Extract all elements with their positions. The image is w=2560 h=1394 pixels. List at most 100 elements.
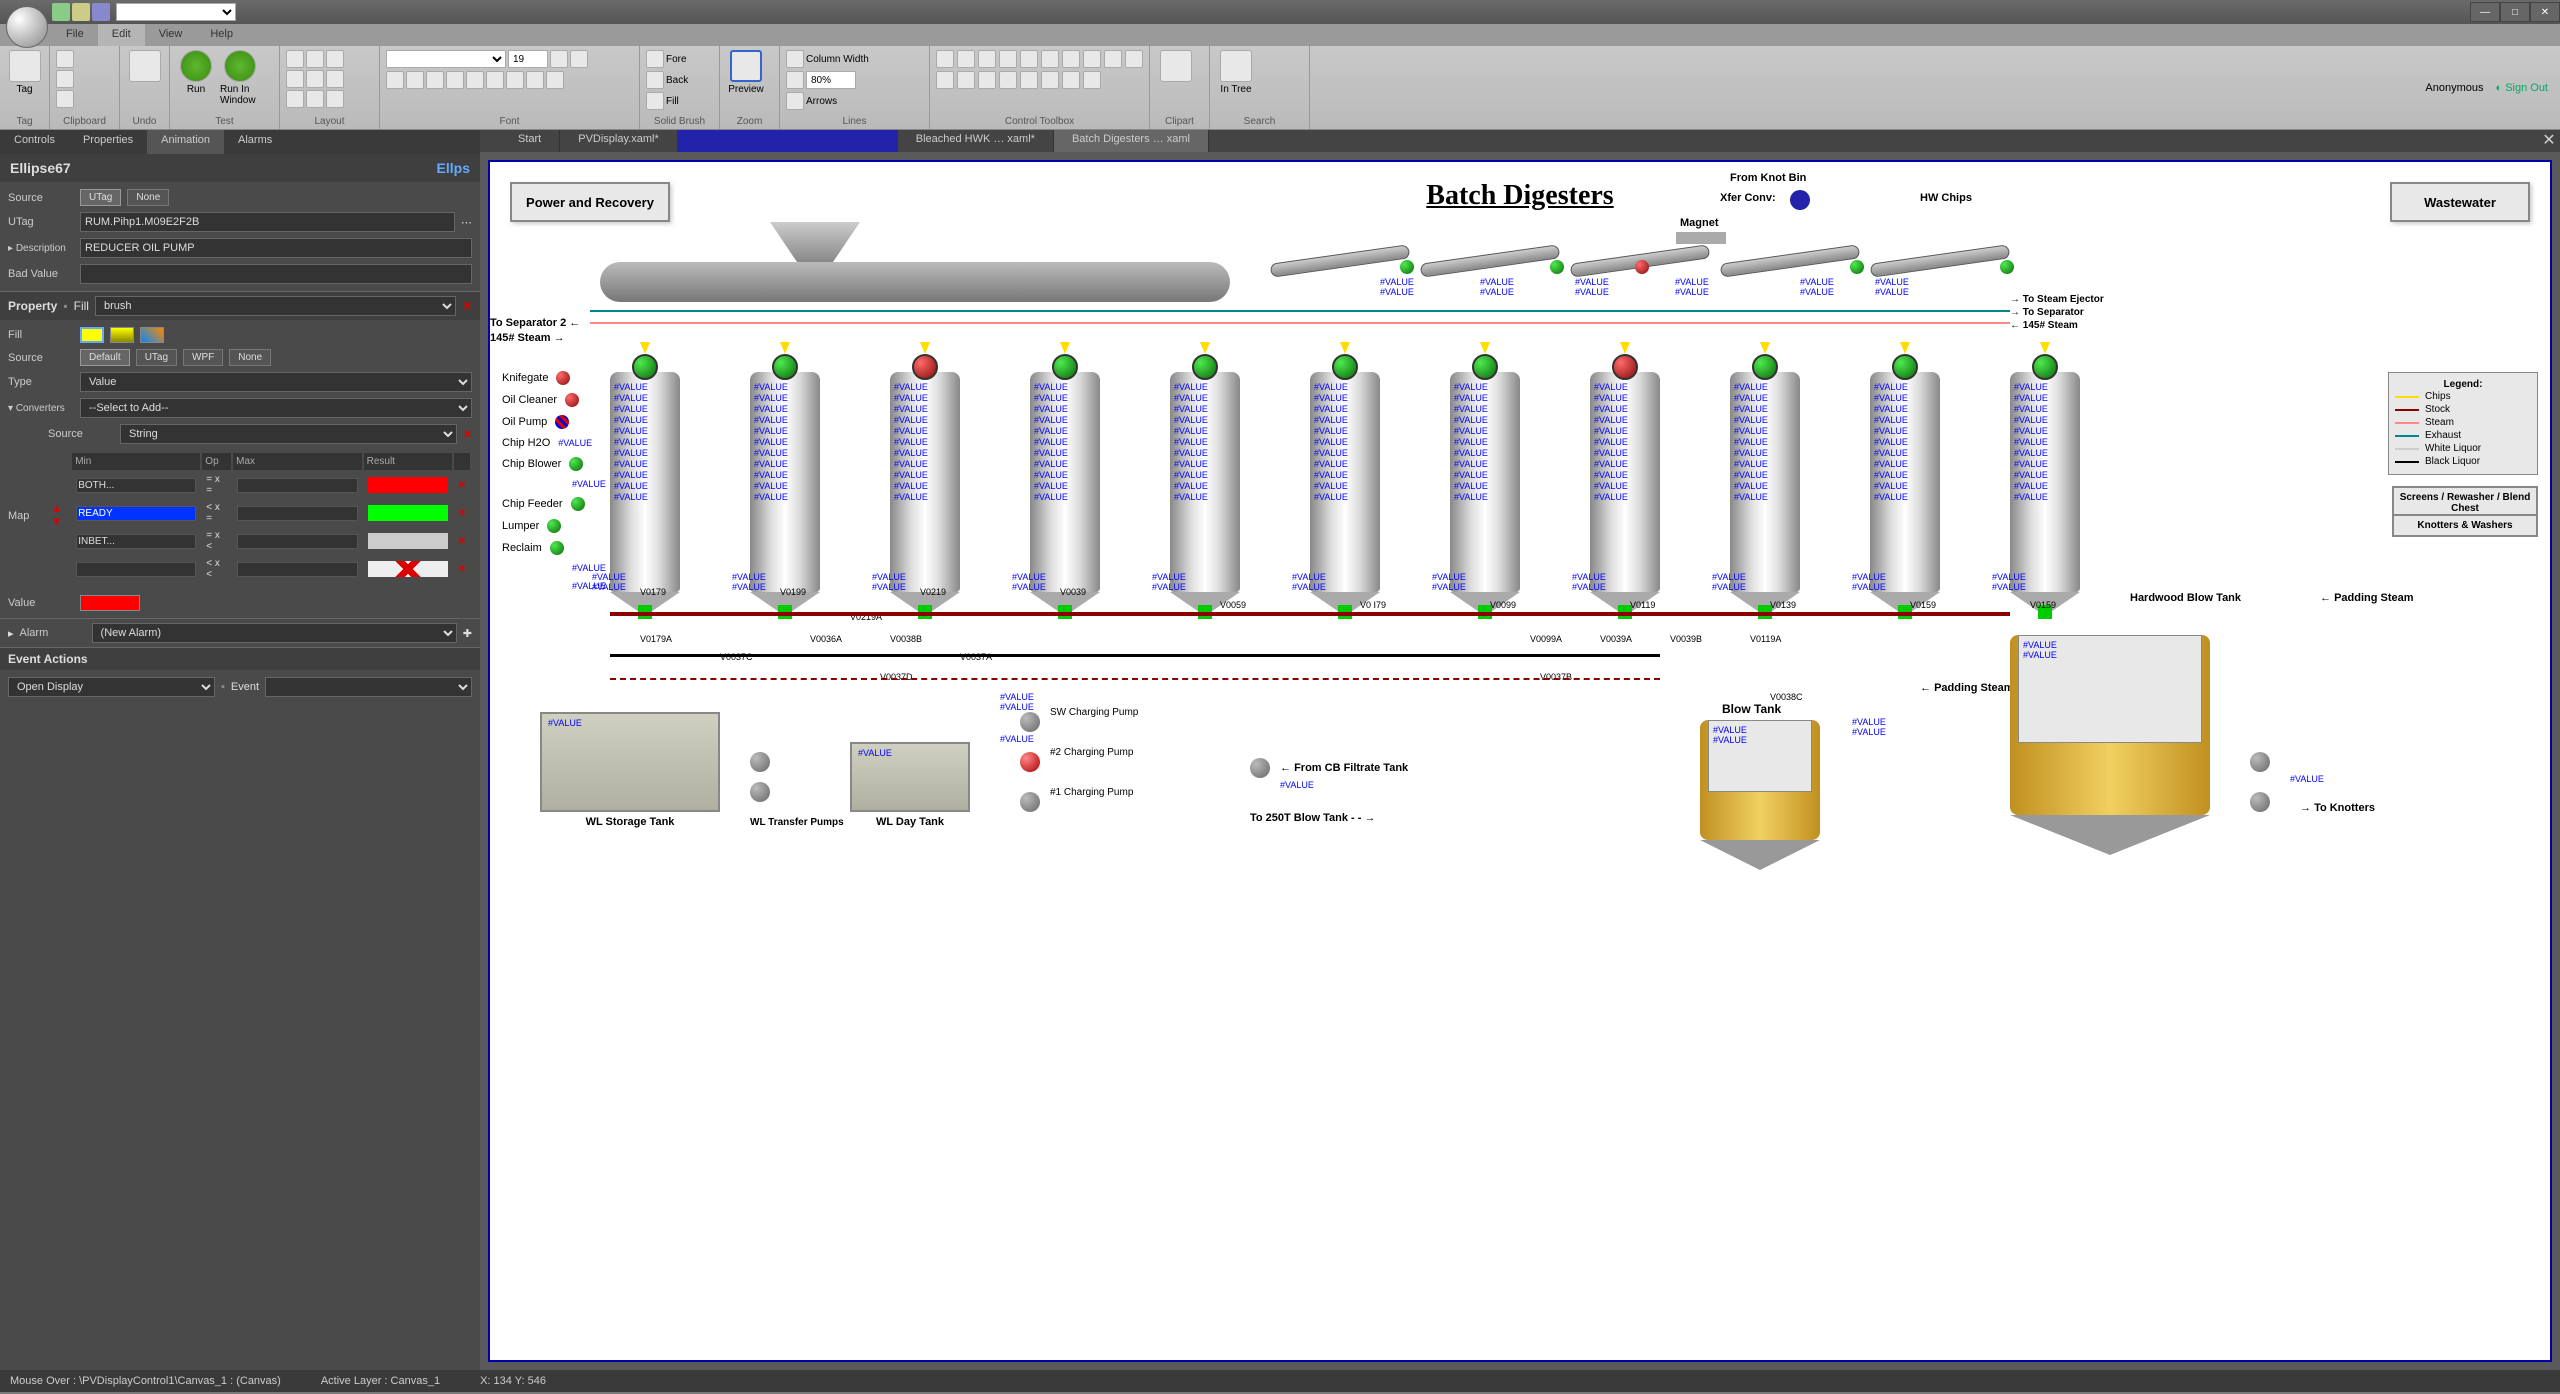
power-recovery-button[interactable]: Power and Recovery bbox=[510, 182, 670, 222]
close-button[interactable]: ✕ bbox=[2530, 2, 2560, 22]
map-result-2[interactable] bbox=[368, 533, 448, 549]
source-none-button[interactable]: None bbox=[127, 189, 169, 206]
ribbon-run-button[interactable]: Run bbox=[176, 50, 216, 95]
map-del-2[interactable]: ✕ bbox=[454, 528, 470, 554]
font-dec-icon[interactable] bbox=[570, 50, 588, 68]
map-result-0[interactable] bbox=[368, 477, 448, 493]
lp-tab-controls[interactable]: Controls bbox=[0, 130, 69, 154]
layout-btn-4[interactable] bbox=[286, 70, 304, 88]
valign-top-icon[interactable] bbox=[506, 71, 524, 89]
ctb-5[interactable] bbox=[1020, 50, 1038, 68]
font-size-input[interactable] bbox=[508, 50, 548, 68]
qat-open-icon[interactable] bbox=[72, 3, 90, 21]
map-min-0[interactable] bbox=[76, 478, 196, 493]
qat-undo-icon[interactable] bbox=[92, 3, 110, 21]
menu-file[interactable]: File bbox=[52, 24, 98, 46]
lp-tab-alarms[interactable]: Alarms bbox=[224, 130, 286, 154]
fill-swatch-2[interactable] bbox=[110, 327, 134, 343]
layout-btn-3[interactable] bbox=[326, 50, 344, 68]
ctb-2[interactable] bbox=[957, 50, 975, 68]
ctb-7[interactable] bbox=[1062, 50, 1080, 68]
fill-color-icon[interactable] bbox=[646, 92, 664, 110]
utag-input[interactable] bbox=[80, 212, 455, 232]
map-result-1[interactable] bbox=[368, 505, 448, 521]
italic-icon[interactable] bbox=[406, 71, 424, 89]
ctb-6[interactable] bbox=[1041, 50, 1059, 68]
maximize-button[interactable]: □ bbox=[2500, 2, 2530, 22]
qat-combo[interactable] bbox=[116, 3, 236, 21]
ctb-3[interactable] bbox=[978, 50, 996, 68]
ribbon-cut-icon[interactable] bbox=[56, 50, 74, 68]
ctb-13[interactable] bbox=[978, 71, 996, 89]
ribbon-paste-icon[interactable] bbox=[56, 90, 74, 108]
layout-btn-9[interactable] bbox=[326, 90, 344, 108]
ribbon-intree-button[interactable]: In Tree bbox=[1216, 50, 1256, 95]
map-down-icon[interactable]: ▼ bbox=[51, 516, 62, 528]
ctb-11[interactable] bbox=[936, 71, 954, 89]
description-input[interactable] bbox=[80, 238, 472, 258]
fill-swatch-1[interactable] bbox=[80, 327, 104, 343]
map-del-0[interactable]: ✕ bbox=[454, 472, 470, 498]
map-del-1[interactable]: ✕ bbox=[454, 500, 470, 526]
bold-icon[interactable] bbox=[386, 71, 404, 89]
layout-btn-1[interactable] bbox=[286, 50, 304, 68]
fore-color-icon[interactable] bbox=[646, 50, 664, 68]
converters-select[interactable]: --Select to Add-- bbox=[80, 398, 472, 418]
alarm-expand-icon[interactable]: ▸ bbox=[8, 627, 14, 640]
map-remove-icon[interactable]: ✕ bbox=[463, 428, 472, 441]
underline-icon[interactable] bbox=[426, 71, 444, 89]
map-source-select[interactable]: String bbox=[120, 424, 457, 444]
doctab-start[interactable]: Start bbox=[500, 130, 560, 152]
menu-view[interactable]: View bbox=[145, 24, 197, 46]
map-result-3[interactable] bbox=[368, 561, 448, 577]
map-min-3[interactable] bbox=[76, 562, 196, 577]
src-utag-button[interactable]: UTag bbox=[136, 349, 177, 366]
hmi-canvas[interactable]: Batch Digesters Power and Recovery Waste… bbox=[488, 160, 2552, 1362]
layout-btn-5[interactable] bbox=[306, 70, 324, 88]
width-pct-input[interactable] bbox=[806, 71, 856, 89]
map-max-0[interactable] bbox=[237, 478, 357, 493]
menu-edit[interactable]: Edit bbox=[98, 24, 145, 46]
source-utag-button[interactable]: UTag bbox=[80, 189, 121, 206]
ribbon-tag-button[interactable]: Tag bbox=[6, 50, 43, 95]
ctb-8[interactable] bbox=[1083, 50, 1101, 68]
map-up-icon[interactable]: ▲ bbox=[51, 503, 62, 515]
doctab-bleached[interactable]: Bleached HWK … xaml* bbox=[898, 130, 1054, 152]
type-select[interactable]: Value bbox=[80, 372, 472, 392]
property-remove-icon[interactable]: ✕ bbox=[462, 299, 472, 313]
map-min-2[interactable] bbox=[76, 534, 196, 549]
ctb-12[interactable] bbox=[957, 71, 975, 89]
ctb-17[interactable] bbox=[1062, 71, 1080, 89]
utag-browse-icon[interactable]: ⋯ bbox=[461, 216, 472, 229]
map-del-3[interactable]: ✕ bbox=[454, 556, 470, 582]
layout-btn-8[interactable] bbox=[306, 90, 324, 108]
lp-tab-properties[interactable]: Properties bbox=[69, 130, 147, 154]
doctab-pvdisplay[interactable]: PVDisplay.xaml* bbox=[560, 130, 678, 152]
font-family-combo[interactable] bbox=[386, 50, 506, 68]
font-inc-icon[interactable] bbox=[550, 50, 568, 68]
ctb-14[interactable] bbox=[999, 71, 1017, 89]
alarm-add-icon[interactable]: ✚ bbox=[463, 627, 472, 640]
align-center-icon[interactable] bbox=[466, 71, 484, 89]
src-none-button[interactable]: None bbox=[229, 349, 271, 366]
map-min-1[interactable] bbox=[76, 506, 196, 521]
event-select[interactable] bbox=[265, 677, 472, 697]
value-swatch[interactable] bbox=[80, 595, 140, 611]
property-mode-select[interactable]: brush bbox=[95, 296, 456, 316]
menu-help[interactable]: Help bbox=[196, 24, 247, 46]
layout-btn-7[interactable] bbox=[286, 90, 304, 108]
map-max-3[interactable] bbox=[237, 562, 357, 577]
minimize-button[interactable]: — bbox=[2470, 2, 2500, 22]
app-orb[interactable] bbox=[6, 6, 48, 48]
valign-mid-icon[interactable] bbox=[526, 71, 544, 89]
layout-btn-2[interactable] bbox=[306, 50, 324, 68]
src-default-button[interactable]: Default bbox=[80, 349, 130, 366]
layout-btn-6[interactable] bbox=[326, 70, 344, 88]
doctab-blank[interactable] bbox=[678, 130, 898, 152]
badvalue-input[interactable] bbox=[80, 264, 472, 284]
ctb-1[interactable] bbox=[936, 50, 954, 68]
ctb-9[interactable] bbox=[1104, 50, 1122, 68]
nav-knotters-button[interactable]: Knotters & Washers bbox=[2392, 514, 2538, 537]
alarm-select[interactable]: (New Alarm) bbox=[92, 623, 457, 643]
map-max-1[interactable] bbox=[237, 506, 357, 521]
